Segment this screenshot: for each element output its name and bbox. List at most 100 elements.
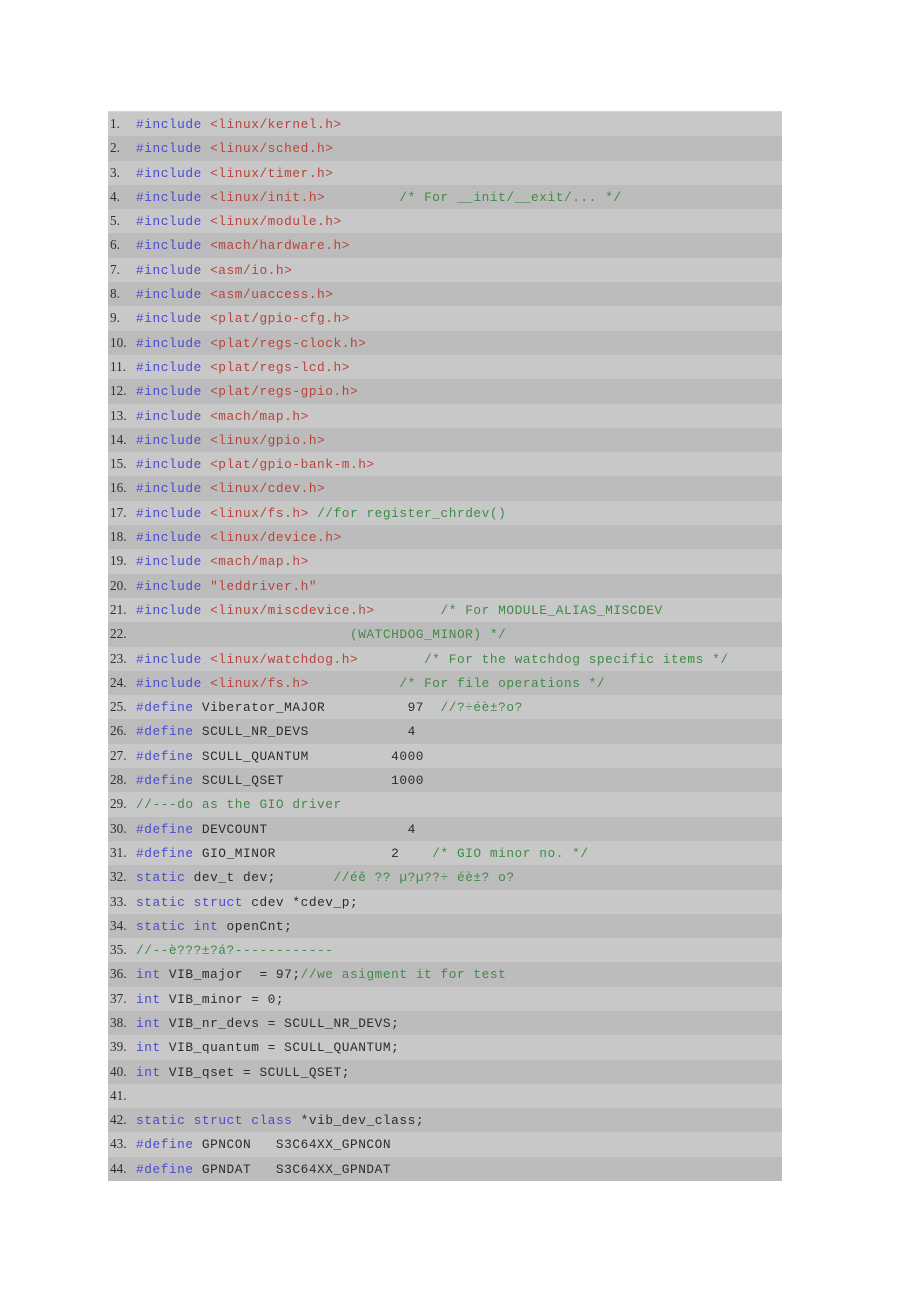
code-token-kw: int bbox=[136, 1015, 161, 1031]
code-token-hdr: <linux/timer.h> bbox=[210, 165, 334, 181]
code-token-txt: VIB_minor = 0; bbox=[160, 991, 285, 1007]
code-line-content: #include <linux/miscdevice.h> /* For MOD… bbox=[136, 599, 782, 622]
code-token-hdr: <mach/hardware.h> bbox=[210, 238, 350, 254]
line-number: 3. bbox=[110, 164, 120, 180]
code-token-pre: #include bbox=[136, 165, 202, 181]
code-line: 31. #define GIO_MINOR 2 /* GIO minor no. … bbox=[108, 840, 782, 866]
code-line-content: #include <plat/regs-clock.h> bbox=[136, 332, 782, 355]
code-token-txt: SCULL_NR_DEVS 4 bbox=[193, 724, 416, 740]
code-token-pre: #define bbox=[136, 821, 194, 837]
code-token-txt: openCnt; bbox=[218, 918, 293, 934]
code-token-pre: #include bbox=[136, 335, 202, 351]
line-number: 44. bbox=[110, 1160, 127, 1176]
code-token-hdr: <plat/regs-gpio.h> bbox=[210, 384, 359, 400]
code-token-hdr: <asm/uaccess.h> bbox=[210, 287, 334, 303]
code-line-content: #include <linux/kernel.h> bbox=[136, 113, 782, 136]
line-number: 15. bbox=[110, 456, 127, 472]
line-number: 13. bbox=[110, 407, 127, 423]
line-number: 40. bbox=[110, 1063, 127, 1079]
line-number: 36. bbox=[110, 966, 127, 982]
code-token-cmt: //---do as the GIO driver bbox=[136, 797, 342, 813]
code-line: 32. static dev_t dev; //éê ?? µ?µ??÷ éè±?… bbox=[108, 865, 782, 890]
code-line: 35. //--è???±?á?------------ bbox=[108, 938, 782, 963]
code-token-hdr: <plat/gpio-bank-m.h> bbox=[210, 457, 375, 473]
code-line: 6. #include <mach/hardware.h> bbox=[108, 233, 782, 258]
code-line-content: static struct cdev *cdev_p; bbox=[136, 891, 782, 914]
code-token-txt: cdev *cdev_p; bbox=[243, 894, 359, 910]
code-token-pre: #include bbox=[136, 675, 202, 691]
code-line: 13. #include <mach/map.h> bbox=[108, 403, 782, 428]
code-token-hdr: <plat/regs-clock.h> bbox=[210, 335, 367, 351]
code-token-txt: dev_t dev; bbox=[185, 870, 334, 886]
code-line-content: #include <linux/fs.h> //for register_chr… bbox=[136, 502, 782, 525]
code-token-hdr: <plat/gpio-cfg.h> bbox=[210, 311, 350, 327]
code-token-hdr: <asm/io.h> bbox=[210, 262, 293, 278]
code-token-pre: #include bbox=[136, 117, 202, 132]
code-token-hdr: <mach/map.h> bbox=[210, 408, 309, 424]
code-token-pre: #include bbox=[136, 530, 202, 546]
code-token-pre: #include bbox=[136, 311, 202, 327]
code-line-content: #include <linux/device.h> bbox=[136, 526, 782, 549]
code-token-pre: #define bbox=[136, 724, 194, 740]
code-line-content: #include <linux/gpio.h> bbox=[136, 429, 782, 452]
code-listing: 1. #include <linux/kernel.h> 2. #include <l… bbox=[108, 111, 782, 1182]
code-line: 34. static int openCnt; bbox=[108, 913, 782, 939]
code-line: 2. #include <linux/sched.h> bbox=[108, 136, 782, 161]
code-line: 21. #include <linux/miscdevice.h> /* For … bbox=[108, 597, 782, 623]
code-token-str: "leddriver.h" bbox=[210, 578, 318, 594]
code-line-content: #include <plat/gpio-bank-m.h> bbox=[136, 453, 782, 476]
code-token-pre: #define bbox=[136, 1137, 194, 1153]
code-token-hdr: <plat/regs-lcd.h> bbox=[210, 359, 350, 375]
code-token-pre: #include bbox=[136, 578, 202, 594]
code-line-content: int VIB_qset = SCULL_QSET; bbox=[136, 1061, 782, 1084]
code-token-pre: #include bbox=[136, 238, 202, 254]
code-line: 26. #define SCULL_NR_DEVS 4 bbox=[108, 719, 782, 744]
line-number: 12. bbox=[110, 383, 127, 399]
code-line: 17. #include <linux/fs.h> //for register_… bbox=[108, 500, 782, 526]
code-token-kw: static bbox=[136, 870, 186, 886]
code-token-pre: #include bbox=[136, 651, 202, 667]
page-canvas: 1. #include <linux/kernel.h> 2. #include <l… bbox=[0, 0, 920, 1302]
code-line-content: #include <linux/module.h> bbox=[136, 210, 782, 233]
code-line: 25. #define Viberator_MAJOR 97 //?÷éè±?o? bbox=[108, 695, 782, 720]
code-line-content: #include <plat/regs-gpio.h> bbox=[136, 380, 782, 403]
code-token-hdr: <linux/device.h> bbox=[210, 530, 342, 546]
code-token-txt: GPNCON S3C64XX_GPNCON bbox=[193, 1137, 392, 1153]
line-number: 26. bbox=[110, 723, 127, 739]
code-line-content: #include <linux/sched.h> bbox=[136, 137, 782, 160]
code-token-kw: static bbox=[136, 918, 186, 934]
code-line: 33. static struct cdev *cdev_p; bbox=[108, 889, 782, 914]
code-line: 39. int VIB_quantum = SCULL_QUANTUM; bbox=[108, 1035, 782, 1060]
line-number: 28. bbox=[110, 772, 127, 788]
line-number: 11. bbox=[110, 358, 126, 374]
code-token-hdr: <linux/init.h> bbox=[210, 189, 326, 205]
code-line: 40. int VIB_qset = SCULL_QSET; bbox=[108, 1059, 782, 1084]
line-number: 32. bbox=[110, 869, 127, 885]
line-number: 21. bbox=[110, 601, 127, 617]
line-number: 2. bbox=[110, 140, 120, 156]
code-token-pre: #define bbox=[136, 748, 194, 764]
code-line-content: #define GPNDAT S3C64XX_GPNDAT bbox=[136, 1158, 782, 1181]
line-number: 20. bbox=[110, 577, 127, 593]
code-line-content: #define DEVCOUNT 4 bbox=[136, 818, 782, 841]
code-line: 29. //---do as the GIO driver bbox=[108, 792, 782, 817]
line-number: 27. bbox=[110, 747, 127, 763]
line-number: 41. bbox=[110, 1087, 127, 1103]
code-token-hdr: <linux/watchdog.h> bbox=[210, 651, 359, 667]
code-line: 44. #define GPNDAT S3C64XX_GPNDAT bbox=[108, 1156, 782, 1182]
code-token-kw: static bbox=[136, 894, 186, 910]
code-token-txt: Viberator_MAJOR 97 bbox=[193, 700, 441, 716]
code-token-pre: #include bbox=[136, 189, 202, 205]
code-line: 14. #include <linux/gpio.h> bbox=[108, 427, 782, 453]
code-line-content: #include <asm/uaccess.h> bbox=[136, 283, 782, 306]
line-number: 17. bbox=[110, 504, 127, 520]
